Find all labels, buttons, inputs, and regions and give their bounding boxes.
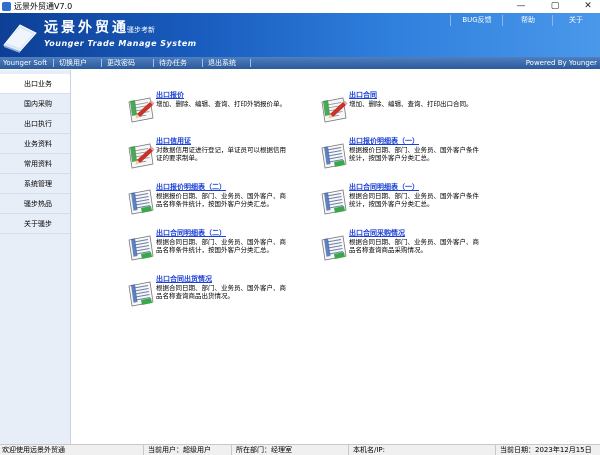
sidebar-item-about[interactable]: 关于骚步 xyxy=(0,214,70,234)
tile-title[interactable]: 出口报价明细表（二） xyxy=(156,182,226,192)
toolbar-separator xyxy=(101,59,102,67)
brand-name: 远景外贸通 xyxy=(44,20,129,36)
tile-title[interactable]: 出口合同采购情况 xyxy=(349,228,405,238)
sidebar-item-hot-products[interactable]: 骚步热品 xyxy=(0,194,70,214)
tile-description: 根据合同日期、部门、业务员、国外客户、商品名称条件统计，按国外客户分类汇总。 xyxy=(156,238,286,254)
report-list-icon[interactable] xyxy=(319,140,349,170)
tile-description: 根据合同日期、部门、业务员、国外客户、商品名称查询商品采购情况。 xyxy=(349,238,479,254)
help-link[interactable]: 帮助 xyxy=(502,15,553,26)
sidebar-item-system-management[interactable]: 系统管理 xyxy=(0,174,70,194)
toolbar-separator xyxy=(53,59,54,67)
brand-english-name: Younger Trade Manage System xyxy=(44,39,197,48)
powered-by: Powered By Younger xyxy=(525,59,597,67)
tile-contract-shipment-status[interactable]: 出口合同出货情况 根据合同日期、部门、业务员、国外客户、商品名称查询商品出货情况… xyxy=(126,274,306,314)
report-pencil-icon[interactable] xyxy=(319,94,349,124)
tile-description: 增加、删除、编辑、查询、打印外销报价单。 xyxy=(156,100,286,108)
tile-export-letter-of-credit[interactable]: 出口信用证 对数据信用证进行登记，单证员可以根据信用证的要求制单。 xyxy=(126,136,306,176)
window-title-bar: 远景外贸通V7.0 — ▢ ✕ xyxy=(0,0,600,13)
tile-title[interactable]: 出口信用证 xyxy=(156,136,191,146)
tile-description: 增加、删除、编辑、查询、打印出口合同。 xyxy=(349,100,473,108)
app-icon xyxy=(2,2,11,11)
change-password-button[interactable]: 更改密码 xyxy=(107,57,135,69)
toolbar-separator xyxy=(202,59,203,67)
close-button[interactable]: ✕ xyxy=(577,0,599,13)
main-toolbar: Younger Soft 切换用户 更改密码 待办任务 退出系统 Powered… xyxy=(0,57,600,69)
tile-description: 根据合同日期、部门、业务员、国外客户、商品名称查询商品出货情况。 xyxy=(156,284,286,300)
book-logo-icon xyxy=(3,24,37,53)
tile-export-quote[interactable]: 出口报价 增加、删除、编辑、查询、打印外销报价单。 xyxy=(126,90,306,130)
tile-title[interactable]: 出口合同明细表（一） xyxy=(349,182,419,192)
tile-title[interactable]: 出口报价 xyxy=(156,90,184,100)
tile-description: 对数据信用证进行登记，单证员可以根据信用证的要求制单。 xyxy=(156,146,286,162)
header-banner: 远景外贸通 骚步考新 Younger Trade Manage System B… xyxy=(0,13,600,57)
minimize-button[interactable]: — xyxy=(510,0,532,13)
todo-tasks-button[interactable]: 待办任务 xyxy=(159,57,187,69)
tile-description: 根据报价日期、部门、业务员、国外客户、商品名称条件统计，按国外客户分类汇总。 xyxy=(156,192,286,208)
tile-contract-purchase-status[interactable]: 出口合同采购情况 根据合同日期、部门、业务员、国外客户、商品名称查询商品采购情况… xyxy=(319,228,499,268)
tile-contract-detail-2[interactable]: 出口合同明细表（二） 根据合同日期、部门、业务员、国外客户、商品名称条件统计，按… xyxy=(126,228,306,268)
tile-contract-detail-1[interactable]: 出口合同明细表（一） 根据合同日期、部门、业务员、国外客户条件统计，按国外客户分… xyxy=(319,182,499,222)
sidebar-item-common-data[interactable]: 常用资料 xyxy=(0,154,70,174)
maximize-button[interactable]: ▢ xyxy=(544,0,566,13)
bug-report-link[interactable]: BUG反馈 xyxy=(450,15,503,26)
exit-system-button[interactable]: 退出系统 xyxy=(208,57,236,69)
tile-title[interactable]: 出口报价明细表（一） xyxy=(349,136,419,146)
report-list-icon[interactable] xyxy=(319,232,349,262)
about-link[interactable]: 关于 xyxy=(552,15,599,26)
tile-title[interactable]: 出口合同明细表（二） xyxy=(156,228,226,238)
tile-description: 根据合同日期、部门、业务员、国外客户条件统计，按国外客户分类汇总。 xyxy=(349,192,479,208)
report-list-icon[interactable] xyxy=(126,232,156,262)
tile-quote-detail-2[interactable]: 出口报价明细表（二） 根据报价日期、部门、业务员、国外客户、商品名称条件统计，按… xyxy=(126,182,306,222)
status-bar: 欢迎使用远景外贸通 当前用户：超级用户 所在部门：经理室 本机名/IP: 当前日… xyxy=(0,444,600,455)
tile-title[interactable]: 出口合同出货情况 xyxy=(156,274,212,284)
tile-quote-detail-1[interactable]: 出口报价明细表（一） 根据报价日期、部门、业务员、国外客户条件统计，按国外客户分… xyxy=(319,136,499,176)
tile-title[interactable]: 出口合同 xyxy=(349,90,377,100)
report-list-icon[interactable] xyxy=(126,278,156,308)
sidebar-item-export-business[interactable]: 出口业务 xyxy=(0,74,70,94)
brand-tagline: 骚步考新 xyxy=(127,26,155,34)
report-list-icon[interactable] xyxy=(319,186,349,216)
report-pencil-icon[interactable] xyxy=(126,140,156,170)
toolbar-separator xyxy=(250,59,251,67)
report-pencil-icon[interactable] xyxy=(126,94,156,124)
toolbar-brand: Younger Soft xyxy=(3,59,48,67)
main-content: 出口报价 增加、删除、编辑、查询、打印外销报价单。 出口合同 增加、删除、编辑、… xyxy=(71,70,600,444)
switch-user-button[interactable]: 切换用户 xyxy=(59,57,87,69)
sidebar: 出口业务 国内采购 出口执行 业务资料 常用资料 系统管理 骚步热品 关于骚步 xyxy=(0,70,71,444)
window-title: 远景外贸通V7.0 xyxy=(14,2,73,11)
sidebar-item-export-execution[interactable]: 出口执行 xyxy=(0,114,70,134)
sidebar-item-business-data[interactable]: 业务资料 xyxy=(0,134,70,154)
tile-export-contract[interactable]: 出口合同 增加、删除、编辑、查询、打印出口合同。 xyxy=(319,90,499,130)
toolbar-separator xyxy=(153,59,154,67)
tile-description: 根据报价日期、部门、业务员、国外客户条件统计，按国外客户分类汇总。 xyxy=(349,146,479,162)
report-list-icon[interactable] xyxy=(126,186,156,216)
sidebar-item-domestic-purchase[interactable]: 国内采购 xyxy=(0,94,70,114)
